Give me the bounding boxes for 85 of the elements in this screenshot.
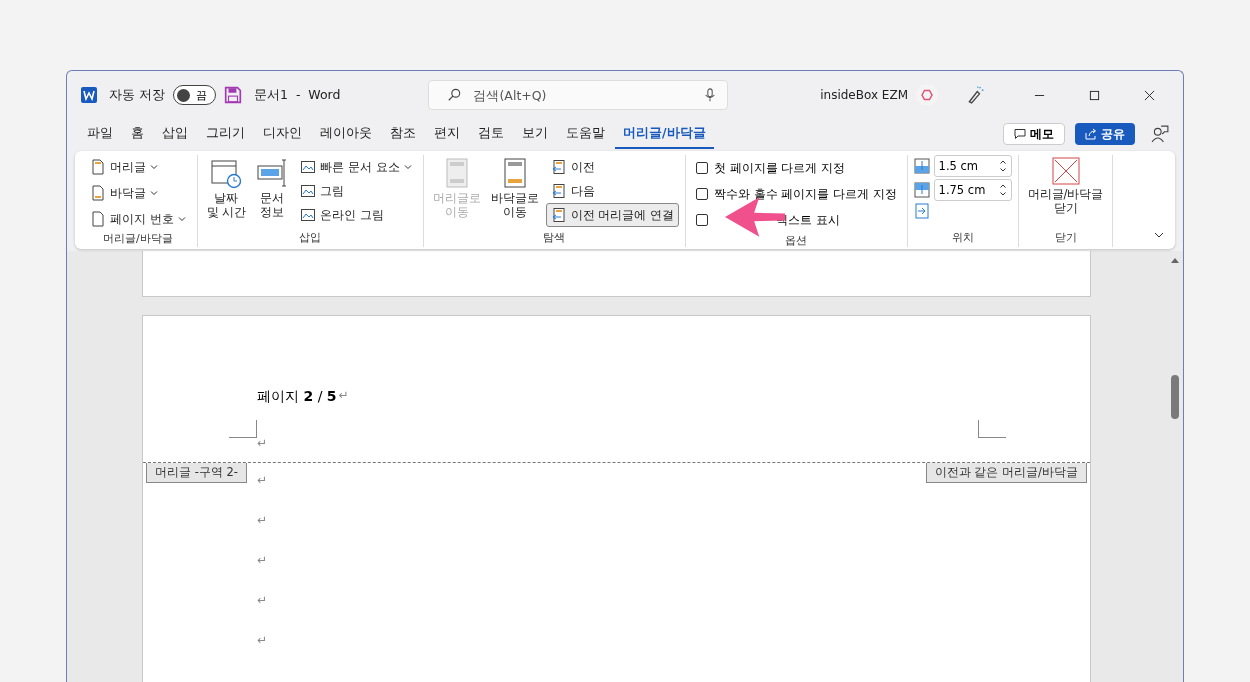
share-icon — [1085, 128, 1097, 140]
comment-button[interactable]: 메모 — [1003, 123, 1065, 145]
autosave-label: 자동 저장 — [109, 86, 165, 104]
calendar-clock-icon — [210, 157, 243, 189]
microphone-icon[interactable] — [703, 88, 718, 102]
ribbon-tab[interactable]: 홈 — [123, 119, 152, 149]
ribbon-large-button[interactable]: 바닥글로 이동 — [487, 155, 542, 222]
chevron-down-icon — [177, 215, 186, 223]
margin-icon — [913, 182, 930, 198]
word-logo-icon — [81, 87, 97, 103]
ribbon-small-button[interactable]: 그림 — [295, 179, 350, 203]
alignment-tab-icon[interactable] — [913, 203, 930, 219]
spin-arrows-icon[interactable] — [998, 183, 1007, 197]
ribbon-small-button[interactable]: 이전 머리글에 연결 — [545, 203, 679, 227]
picture-icon — [300, 207, 317, 223]
ribbon-tab[interactable]: 삽입 — [154, 119, 196, 149]
ribbon-small-button[interactable]: 빠른 문서 요소 — [295, 155, 417, 179]
comment-icon — [1014, 128, 1026, 140]
picture-icon — [300, 159, 317, 175]
save-icon[interactable] — [224, 86, 242, 104]
share-button[interactable]: 공유 — [1075, 123, 1135, 145]
paragraph-mark: ↵ — [257, 553, 269, 567]
ribbon-dropdown-button[interactable]: 머리글 — [85, 155, 163, 179]
crop-mark — [229, 420, 257, 438]
group-label: 닫기 — [1053, 230, 1078, 246]
ribbon-dropdown-button[interactable]: 바닥글 — [85, 181, 163, 205]
close-icon — [1051, 157, 1080, 185]
ribbon-large-button[interactable]: 날짜 및 시간 — [203, 155, 250, 222]
spin-arrows-icon[interactable] — [998, 159, 1007, 173]
picture-icon — [300, 183, 317, 199]
maximize-icon[interactable] — [1089, 89, 1100, 101]
page-icon — [90, 185, 106, 201]
ribbon-tab[interactable]: 참조 — [382, 119, 424, 149]
group-label: 삽입 — [298, 230, 323, 246]
scrollbar-thumb[interactable] — [1171, 375, 1179, 419]
crop-mark — [978, 420, 1006, 438]
ribbon-large-button[interactable]: 문서 정보 — [253, 155, 292, 222]
paragraph-mark: ↵ — [338, 388, 349, 404]
ribbon-tab[interactable]: 편지 — [426, 119, 468, 149]
paragraph-mark: ↵ — [257, 593, 269, 607]
group-label: 탐색 — [542, 230, 567, 246]
spin-field[interactable]: 1.5 cm — [933, 155, 1012, 177]
ribbon-tab[interactable]: 레이아웃 — [312, 119, 380, 149]
paragraph-mark: ↵ — [257, 473, 269, 487]
close-header-footer-button[interactable]: 머리글/바닥글 닫기 — [1024, 155, 1107, 218]
checkbox-option[interactable]: 첫 페이지를 다르게 지정 — [695, 157, 845, 179]
ribbon-dropdown-button[interactable]: 페이지 번호 — [85, 207, 191, 231]
ribbon-small-button[interactable]: 다음 — [545, 179, 600, 203]
ribbon-tab[interactable]: 보기 — [514, 119, 556, 149]
ribbon-tab[interactable]: 파일 — [79, 119, 121, 149]
magic-wand-icon[interactable] — [966, 86, 984, 104]
margin-icon — [913, 158, 930, 174]
close-icon[interactable] — [1144, 89, 1155, 101]
document-title: 문서1 - Word — [254, 86, 341, 104]
page-icon — [90, 211, 106, 227]
header-section-tag: 머리글 -구역 2- — [146, 463, 247, 483]
ribbon-tab[interactable]: 도움말 — [558, 119, 613, 149]
chevron-down-icon — [403, 163, 412, 171]
autosave-toggle[interactable]: 끔 — [173, 85, 216, 105]
group-label: 옵션 — [784, 233, 809, 249]
chevron-down-icon — [150, 163, 158, 171]
ribbon-tab[interactable]: 디자인 — [255, 119, 310, 149]
scroll-up-icon[interactable] — [1171, 257, 1179, 265]
coauthor-icon[interactable] — [1151, 125, 1169, 143]
same-as-previous-tag: 이전과 같은 머리글/바닥글 — [925, 463, 1087, 483]
group-label: 머리글/바닥글 — [101, 231, 174, 247]
search-field[interactable]: 검색(Alt+Q) — [428, 80, 729, 110]
page-icon — [90, 159, 106, 175]
paragraph-mark: ↵ — [257, 513, 269, 527]
search-icon — [447, 88, 462, 102]
document-info-icon — [256, 157, 289, 189]
search-input[interactable]: 검색(Alt+Q) — [471, 86, 694, 104]
page-number-text: 페이지 2 / 5 — [257, 388, 337, 406]
chevron-down-icon — [150, 189, 158, 197]
paragraph-mark: ↵ — [257, 633, 269, 647]
ribbon-tab[interactable]: 머리글/바닥글 — [615, 119, 714, 149]
user-name: insideBox EZM — [820, 88, 908, 102]
paragraph-mark: ↵ — [257, 436, 268, 450]
spin-field[interactable]: 1.75 cm — [933, 179, 1012, 201]
group-label: 위치 — [950, 230, 975, 246]
ribbon-small-button[interactable]: 이전 — [545, 155, 600, 179]
ribbon-small-button[interactable]: 온라인 그림 — [295, 203, 389, 227]
ribbon-tab[interactable]: 그리기 — [198, 119, 253, 149]
ribbon-tab[interactable]: 검토 — [470, 119, 512, 149]
checkbox-option[interactable]: 짝수와 홀수 페이지를 다르게 지정 — [695, 183, 897, 205]
